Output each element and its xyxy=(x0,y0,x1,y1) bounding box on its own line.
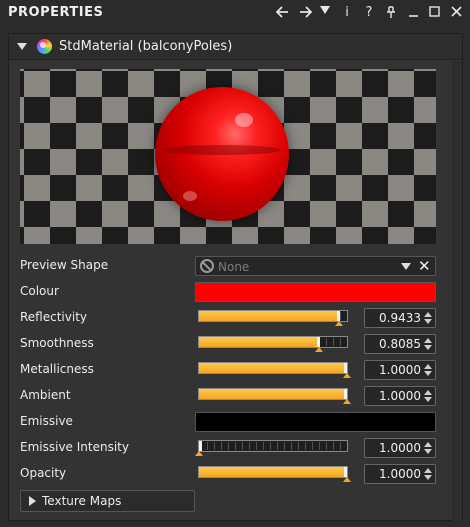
metallicness-label: Metallicness xyxy=(20,362,94,376)
emissive-swatch[interactable] xyxy=(195,412,436,432)
smoothness-input-box[interactable] xyxy=(364,334,436,354)
window-titlebar: PROPERTIES i ? xyxy=(0,0,470,26)
spinner-icon[interactable] xyxy=(424,441,432,455)
ambient-input[interactable] xyxy=(367,388,421,404)
preview-shape-value: None xyxy=(218,260,250,274)
row-emissive: Emissive xyxy=(20,412,436,432)
row-reflectivity: Reflectivity xyxy=(20,308,436,328)
metallicness-slider[interactable] xyxy=(198,362,351,378)
material-preview[interactable] xyxy=(20,69,436,244)
preview-sphere xyxy=(155,87,289,221)
smoothness-slider[interactable] xyxy=(198,336,348,352)
row-opacity: Opacity xyxy=(20,464,436,484)
emissive-intensity-slider[interactable] xyxy=(195,440,348,456)
colour-swatch[interactable] xyxy=(195,282,436,302)
preview-shape-label: Preview Shape xyxy=(20,258,109,272)
row-colour: Colour xyxy=(20,282,436,302)
collapse-arrow-icon[interactable] xyxy=(17,43,27,50)
close-icon[interactable] xyxy=(448,4,464,22)
smoothness-input[interactable] xyxy=(367,336,421,352)
maximize-icon[interactable] xyxy=(426,4,442,22)
dropdown-caret-icon[interactable] xyxy=(401,263,411,270)
spinner-icon[interactable] xyxy=(424,389,432,403)
row-preview-shape: Preview Shape None ✕ xyxy=(20,256,436,276)
opacity-slider[interactable] xyxy=(198,466,351,482)
metallicness-input-box[interactable] xyxy=(364,360,436,380)
spinner-icon[interactable] xyxy=(424,311,432,325)
ambient-slider[interactable] xyxy=(198,388,351,404)
texture-maps-label: Texture Maps xyxy=(42,494,122,508)
ambient-label: Ambient xyxy=(20,388,71,402)
opacity-input[interactable] xyxy=(367,466,421,482)
spinner-icon[interactable] xyxy=(424,337,432,351)
window-title: PROPERTIES xyxy=(8,5,104,20)
smoothness-label: Smoothness xyxy=(20,336,94,350)
texture-maps-button[interactable]: Texture Maps xyxy=(20,490,195,512)
material-icon xyxy=(37,39,52,54)
expand-arrow-icon xyxy=(29,496,36,506)
caret-down-icon[interactable] xyxy=(317,4,333,22)
question-icon[interactable]: ? xyxy=(361,4,377,22)
info-icon[interactable]: i xyxy=(339,4,355,22)
row-ambient: Ambient xyxy=(20,386,436,406)
ambient-input-box[interactable] xyxy=(364,386,436,406)
emissive-intensity-input-box[interactable] xyxy=(364,438,436,458)
panel-scrollbar[interactable] xyxy=(452,61,462,521)
reflectivity-input-box[interactable] xyxy=(364,308,436,328)
spinner-icon[interactable] xyxy=(424,467,432,481)
material-panel: StdMaterial (balconyPoles) Preview Shape… xyxy=(8,33,463,521)
opacity-label: Opacity xyxy=(20,466,67,480)
opacity-input-box[interactable] xyxy=(364,464,436,484)
emissive-label: Emissive xyxy=(20,414,73,428)
arrow-left-icon[interactable] xyxy=(274,4,290,22)
spinner-icon[interactable] xyxy=(424,363,432,377)
pin-icon[interactable] xyxy=(383,4,399,22)
minimize-icon[interactable] xyxy=(405,4,421,22)
emissive-intensity-input[interactable] xyxy=(367,440,421,456)
reflectivity-label: Reflectivity xyxy=(20,310,88,324)
reflectivity-slider[interactable] xyxy=(198,310,348,326)
none-icon xyxy=(200,259,214,273)
clear-icon[interactable]: ✕ xyxy=(418,258,431,274)
reflectivity-input[interactable] xyxy=(367,310,421,326)
material-panel-header[interactable]: StdMaterial (balconyPoles) xyxy=(9,34,462,60)
colour-label: Colour xyxy=(20,284,59,298)
arrow-right-icon[interactable] xyxy=(297,4,313,22)
row-metallicness: Metallicness xyxy=(20,360,436,380)
row-smoothness: Smoothness xyxy=(20,334,436,354)
material-name: StdMaterial (balconyPoles) xyxy=(59,39,233,54)
metallicness-input[interactable] xyxy=(367,362,421,378)
preview-shape-dropdown[interactable]: None ✕ xyxy=(195,256,436,276)
emissive-intensity-label: Emissive Intensity xyxy=(20,440,129,454)
row-emissive-intensity: Emissive Intensity xyxy=(20,438,436,458)
